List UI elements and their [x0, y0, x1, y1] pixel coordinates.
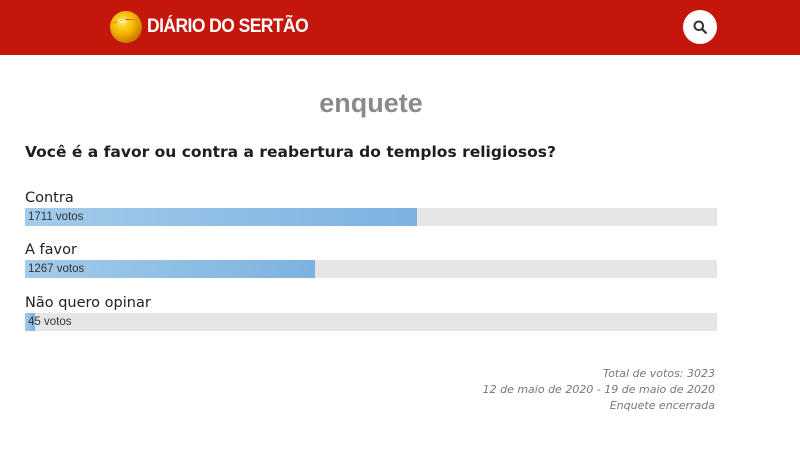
poll-option-contra: Contra 1711 votos — [25, 189, 717, 226]
poll-option-a-favor: A favor 1267 votos — [25, 241, 717, 278]
option-label: A favor — [25, 242, 77, 258]
site-header: DIÁRIO DO SERTÃO — [0, 0, 800, 55]
vote-count: 1267 votos — [28, 263, 85, 275]
poll-question: Você é a favor ou contra a reabertura do… — [25, 143, 557, 161]
vote-bar-fill — [25, 208, 417, 226]
sun-logo-icon — [110, 11, 142, 43]
page-title: enquete — [319, 88, 423, 118]
poll-period: 12 de maio de 2020 - 19 de maio de 2020 — [482, 383, 715, 396]
vote-bar-track: 1711 votos — [25, 208, 717, 226]
search-icon — [693, 20, 707, 34]
site-logo[interactable]: DIÁRIO DO SERTÃO — [108, 8, 322, 46]
total-votes: Total de votos: 3023 — [602, 367, 715, 380]
site-name: DIÁRIO DO SERTÃO — [147, 16, 309, 37]
vote-count: 45 votos — [28, 316, 72, 328]
option-label: Contra — [25, 190, 74, 206]
option-label: Não quero opinar — [25, 295, 151, 311]
vote-bar-track: 1267 votos — [25, 260, 717, 278]
poll-footer: Total de votos: 3023 12 de maio de 2020 … — [483, 366, 715, 414]
vote-bar-track: 45 votos — [25, 313, 717, 331]
search-button[interactable] — [683, 10, 717, 44]
poll-option-nao-quero-opinar: Não quero opinar 45 votos — [25, 294, 717, 331]
vote-count: 1711 votos — [28, 211, 84, 223]
poll-status: Enquete encerrada — [609, 399, 715, 412]
